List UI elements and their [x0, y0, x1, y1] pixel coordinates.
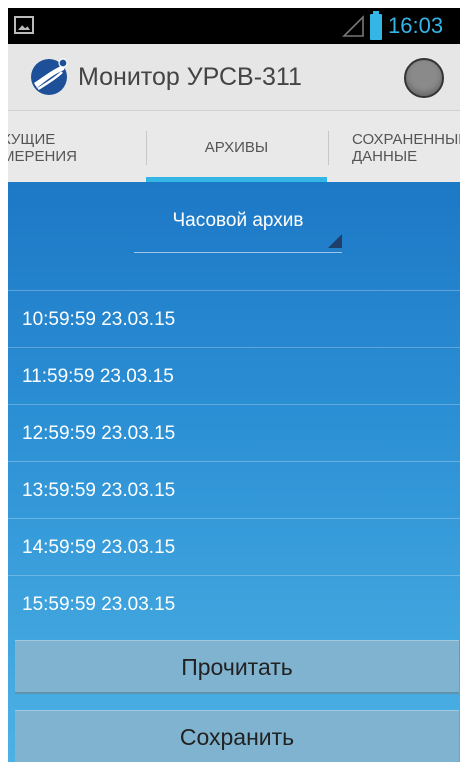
dropdown-arrow-icon: [328, 234, 342, 248]
read-button[interactable]: Прочитать: [15, 640, 459, 694]
tab-bar: КУЩИЕ МЕРЕНИЯ АРХИВЫ СОХРАНЕННЫЕ ДАННЫЕ: [8, 110, 460, 183]
tab-label-line1: КУЩИЕ: [8, 131, 56, 148]
save-button[interactable]: Сохранить: [15, 710, 459, 762]
tab-label-line1: СОХРАНЕННЫЕ: [352, 131, 460, 148]
archive-record-list: 10:59:59 23.03.15 11:59:59 23.03.15 12:5…: [8, 290, 460, 632]
tab-label: АРХИВЫ: [204, 139, 269, 156]
list-item[interactable]: 15:59:59 23.03.15: [8, 575, 460, 632]
tab-label-line2: ДАННЫЕ: [352, 148, 418, 165]
list-item[interactable]: 12:59:59 23.03.15: [8, 404, 460, 461]
list-item[interactable]: 10:59:59 23.03.15: [8, 290, 460, 347]
tab-current-measurements[interactable]: КУЩИЕ МЕРЕНИЯ: [8, 111, 146, 183]
status-bar: 16:03: [8, 8, 460, 44]
list-item[interactable]: 14:59:59 23.03.15: [8, 518, 460, 575]
list-item[interactable]: 11:59:59 23.03.15: [8, 347, 460, 404]
tab-archives[interactable]: АРХИВЫ: [146, 111, 327, 183]
status-circle-icon[interactable]: [404, 58, 444, 98]
tab-saved-data[interactable]: СОХРАНЕННЫЕ ДАННЫЕ: [328, 111, 460, 183]
archive-content: Часовой архив 10:59:59 23.03.15 11:59:59…: [8, 182, 460, 762]
signal-icon: [342, 15, 364, 37]
archive-type-spinner[interactable]: Часовой архив: [134, 204, 342, 253]
app-title: Монитор УРСВ-311: [78, 63, 302, 91]
picture-icon: [14, 16, 34, 34]
battery-icon: [370, 11, 382, 40]
app-screen: 16:03 Монитор УРСВ-311 КУЩИЕ МЕРЕНИЯ АРХ…: [0, 0, 460, 762]
action-bar: Монитор УРСВ-311: [8, 44, 460, 110]
clock-time: 16:03: [388, 13, 444, 38]
tab-label-line2: МЕРЕНИЯ: [8, 148, 77, 165]
list-item[interactable]: 13:59:59 23.03.15: [8, 461, 460, 518]
app-logo-icon: [31, 58, 68, 95]
archive-type-value: Часовой архив: [172, 210, 304, 231]
